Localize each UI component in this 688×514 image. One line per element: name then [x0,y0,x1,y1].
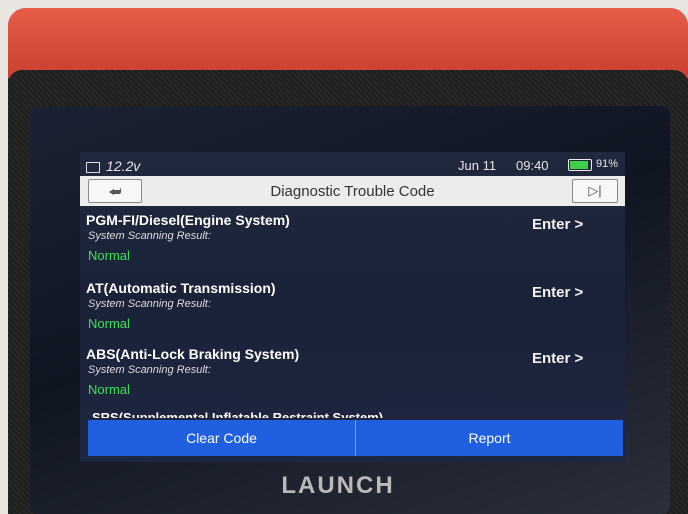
system-item[interactable]: ABS(Anti-Lock Braking System) System Sca… [86,346,606,406]
system-name: AT(Automatic Transmission) [86,280,276,296]
status-date: Jun 11 [458,158,497,173]
enter-button[interactable]: Enter > [532,284,583,301]
scan-result-status: Normal [88,248,130,263]
scan-result-label: System Scanning Result: [88,364,211,376]
status-time: 09:40 [516,158,549,173]
clear-code-button[interactable]: Clear Code [88,420,355,456]
system-name: PGM-FI/Diesel(Engine System) [86,212,290,228]
exit-button[interactable]: ▷| [572,179,618,203]
device-brand-logo: LAUNCH [281,472,395,499]
report-button[interactable]: Report [356,420,623,456]
exit-icon: ▷| [588,183,602,198]
scan-result-label: System Scanning Result: [88,230,211,242]
status-bar: 12.2v Jun 11 09:40 91% [80,152,625,178]
battery-icon [568,159,592,171]
battery-percent: 91% [596,158,619,170]
scan-result-status: Normal [88,316,130,331]
app-screen: 12.2v Jun 11 09:40 91% ⮨ Diagnostic Trou… [80,152,625,462]
system-item[interactable]: AT(Automatic Transmission) System Scanni… [86,280,606,340]
system-item-partial: SRS(Supplemental Inflatable Restraint Sy… [92,410,384,418]
enter-button[interactable]: Enter > [532,350,583,367]
page-title: Diagnostic Trouble Code [270,183,435,200]
device-rubber-frame [8,8,688,78]
enter-button[interactable]: Enter > [532,216,583,233]
scan-result-label: System Scanning Result: [88,298,211,310]
car-battery-icon [86,161,100,173]
voltage-value: 12.2v [106,158,141,174]
title-bar: ⮨ Diagnostic Trouble Code ▷| [80,176,625,206]
scan-result-status: Normal [88,382,130,397]
system-item[interactable]: PGM-FI/Diesel(Engine System) System Scan… [86,212,606,272]
system-name: ABS(Anti-Lock Braking System) [86,346,300,362]
battery-fill [570,161,588,169]
action-bar: Clear Code Report [88,420,623,456]
voltage-readout: 12.2v [86,158,140,174]
